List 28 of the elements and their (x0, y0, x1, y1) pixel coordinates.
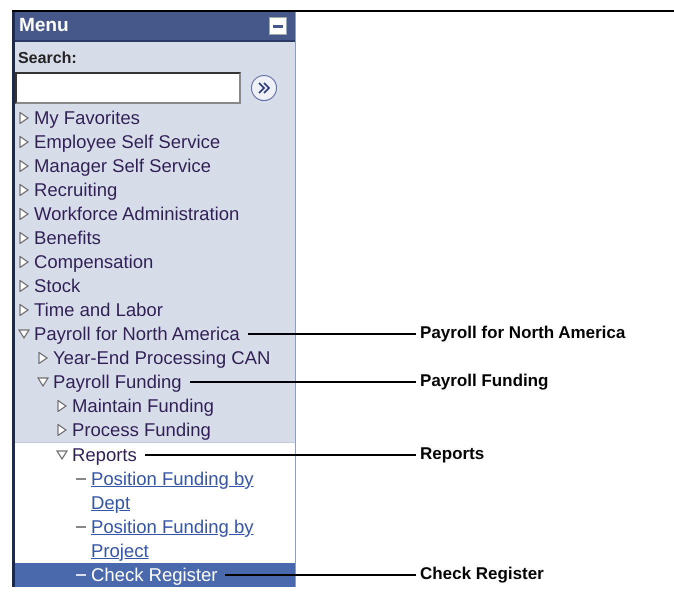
search-label: Search: (17, 49, 78, 69)
menu-title: Menu (19, 15, 69, 37)
menu-item[interactable]: Payroll Funding (53, 370, 182, 394)
menu-item[interactable]: Compensation (34, 250, 154, 274)
menu-item[interactable]: Workforce Administration (34, 202, 240, 226)
menu-item[interactable]: Reports (72, 443, 137, 467)
menu-link[interactable]: Check Register (91, 563, 218, 587)
menu-item[interactable]: My Favorites (34, 106, 140, 130)
menu-item[interactable]: Maintain Funding (72, 394, 214, 418)
menu-link[interactable]: Position Funding by Dept (91, 467, 291, 515)
menu-item[interactable]: Manager Self Service (34, 154, 211, 178)
callout-label: Payroll for North America (420, 322, 626, 344)
menu-item[interactable]: Time and Labor (34, 298, 163, 322)
menu-item[interactable]: Benefits (34, 226, 101, 250)
callout-label: Check Register (420, 563, 544, 585)
menu-link[interactable]: Position Funding by Project (91, 515, 291, 563)
search-go-button[interactable] (251, 75, 277, 101)
callout-label: Payroll Funding (420, 370, 548, 392)
search-field[interactable] (15, 72, 241, 104)
menu-item[interactable]: Payroll for North America (34, 322, 240, 346)
menu-item[interactable]: Employee Self Service (34, 130, 220, 154)
callout-label: Reports (420, 443, 484, 465)
menu-item[interactable]: Year-End Processing CAN (53, 346, 270, 370)
double-chevron-icon (257, 82, 271, 94)
menu-item[interactable]: Stock (34, 274, 80, 298)
minimize-button[interactable] (269, 17, 287, 35)
menu-item[interactable]: Recruiting (34, 178, 118, 202)
menu-item[interactable]: Process Funding (72, 418, 211, 442)
